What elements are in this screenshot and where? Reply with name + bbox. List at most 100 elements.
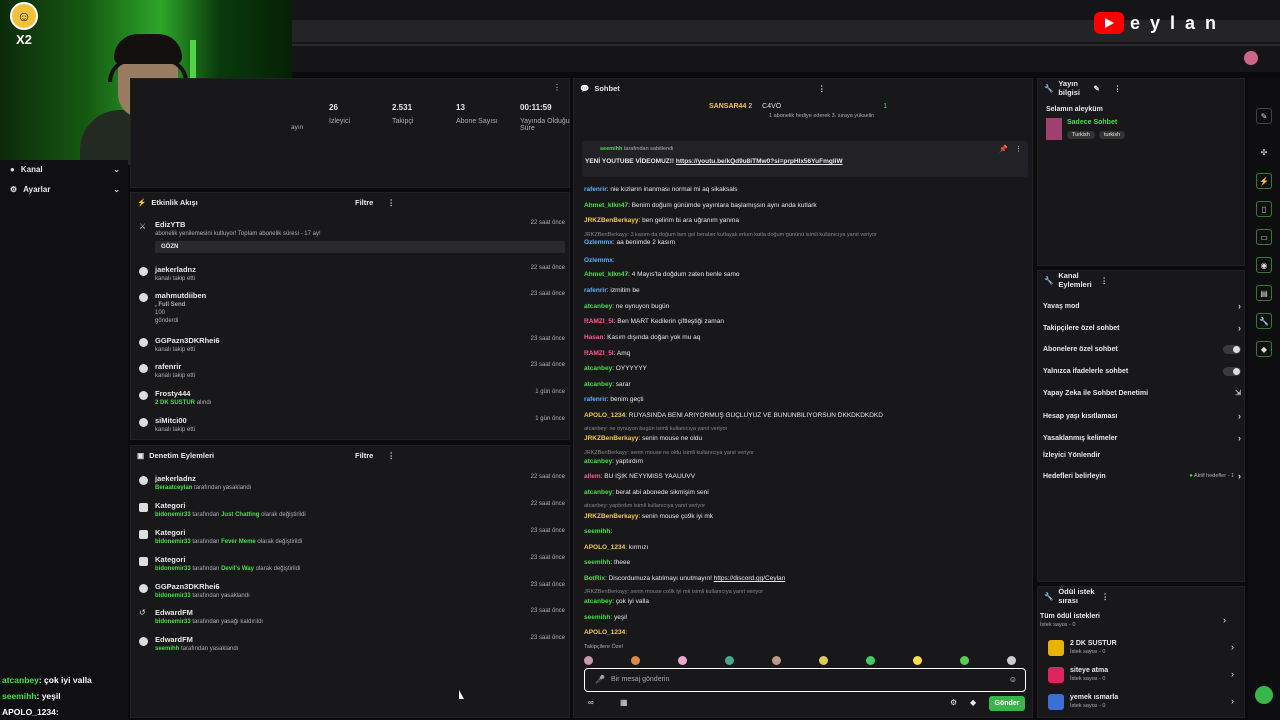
send-button[interactable]: Gönder <box>989 696 1025 711</box>
layout-icon[interactable]: ▤ <box>1256 285 1272 301</box>
chat-reply-context[interactable]: atcanbey: ne oynuyon bugün isimli kullan… <box>584 425 1024 432</box>
chat-reply-context[interactable]: JRKZBenBerkayy: senin mouse co9k iyi mk … <box>584 588 1024 595</box>
chat-message[interactable]: BotRix: Discordumuza katılmayı unutmayın… <box>584 575 1024 582</box>
chat-message[interactable]: RAMZI_5I: Ben MART Kedilerin çiftleştiği… <box>584 318 1024 325</box>
chat-icon[interactable]: ▭ <box>1256 229 1272 245</box>
help-button[interactable] <box>1255 686 1273 704</box>
chat-message[interactable]: atcanbey: ne oynuyon bugün <box>584 303 1024 310</box>
list-item: mahmutdiiben, Full Send 100 gönderdi 23 saa… <box>139 291 565 331</box>
infinity-icon[interactable]: ∞ <box>588 698 594 707</box>
more-icon[interactable]: ⋮ <box>553 83 561 92</box>
chat-message[interactable]: atcanbey: yaptırdım <box>584 458 1024 465</box>
chat-message[interactable]: JRKZBenBerkayy: senin mouse ne oldu <box>584 435 1024 442</box>
list-item: ↺ EdwardFM bidonemir33 tarafından yasağı k… <box>139 608 565 625</box>
ai-moderation[interactable]: Yapay Zeka ile Sohbet Denetimi ⇲ <box>1043 389 1241 398</box>
filter-button[interactable]: Filtre <box>355 451 373 460</box>
doc-icon[interactable]: ▯ <box>1256 201 1272 217</box>
pin-icon[interactable]: 📌 <box>999 145 1008 153</box>
chat-message[interactable]: Hasan: Kasım dışında doğan yok mu aq <box>584 334 1024 341</box>
pencil-icon[interactable]: ✎ <box>1256 108 1272 124</box>
gift-icon[interactable]: ▦ <box>620 698 628 707</box>
chat-message[interactable]: Ahmet_klkn47: 4 Mayıs'ta doğdum zaten be… <box>584 271 1024 278</box>
gear-icon[interactable]: ⚙ <box>950 698 957 707</box>
chat-message[interactable]: rafenrir: izmitim be <box>584 287 1024 294</box>
more-icon[interactable]: ⋮ <box>818 84 826 93</box>
chat-message[interactable]: allem: BU IŞIK NEYYMISS YAAUUVV <box>584 473 1024 480</box>
reward-icon: 🔧 <box>1044 591 1054 601</box>
tag[interactable]: Turkish <box>1067 131 1095 139</box>
more-icon[interactable]: ⋮ <box>1101 592 1109 601</box>
avatar[interactable] <box>1244 51 1258 65</box>
pinned-message[interactable]: seemihh tarafından sabitlendi YENİ YOUTU… <box>582 141 1028 177</box>
sidebar-item-kanal[interactable]: ● Kanal ⌄ <box>10 165 120 174</box>
broadcast-icon[interactable]: ◉ <box>1256 257 1272 273</box>
bolt-icon[interactable]: ⚡ <box>1256 173 1272 189</box>
smiley-icon: ☺ <box>10 2 38 30</box>
chat-message[interactable]: rafenrir: nie kızların inanması normal m… <box>584 186 1024 193</box>
chat-input[interactable]: 🎤 Bir mesaj gönderin ☺ <box>584 668 1026 692</box>
chat-message[interactable]: JRKZBenBerkayy: senin mouse ço9k iyi mk <box>584 513 1024 520</box>
reward-item[interactable]: 2 DK SUSTUR İstek sayısı - 0 › <box>1048 640 1238 658</box>
more-icon[interactable]: ⋮ <box>387 198 395 207</box>
toggle[interactable] <box>1223 345 1241 354</box>
chat-reply-context[interactable]: JRKZBenBerkayy: senin mouse ne oldu isim… <box>584 449 1024 456</box>
chat-message[interactable]: APOLO_1234: RÜYASINDA BENİ ARIYORMUŞ GÜÇ… <box>584 412 1024 419</box>
more-icon[interactable]: ⋮ <box>387 451 395 460</box>
chat-reply-context[interactable]: atcanbey: yaptırdım isimli kullanıcıya y… <box>584 502 1024 509</box>
toggle[interactable] <box>1223 367 1241 376</box>
chat-message[interactable]: Ozlemmx: aa benimde 2 kasım <box>584 239 1024 246</box>
sidebar-item-ayarlar[interactable]: ⚙ Ayarlar ⌄ <box>10 185 120 194</box>
followers-only[interactable]: Takipçilere özel sohbet › <box>1043 323 1241 333</box>
viewer-avatar <box>819 656 828 665</box>
chat-message[interactable]: APOLO_1234: kırmızı <box>584 544 1024 551</box>
chat-message[interactable]: Ozlemmx: <box>584 257 1024 264</box>
tag[interactable]: turkish <box>1099 131 1126 139</box>
chat-message[interactable]: RAMZI_5I: Amq <box>584 350 1024 357</box>
emoji-icon[interactable]: ☺ <box>1009 675 1017 684</box>
chat-message[interactable]: atcanbey: OYYYYYY <box>584 365 1024 372</box>
goals[interactable]: Hedefleri belirleyin ● Aktif hedefler - 1… <box>1043 471 1241 481</box>
reward-icon[interactable]: ◆ <box>1256 341 1272 357</box>
chat-message[interactable]: atcanbey: berat abi abonede sikmişim sen… <box>584 489 1024 496</box>
subs-only[interactable]: Abonelere özel sohbet <box>1043 345 1241 354</box>
chat-reply-context[interactable]: JRKZBenBerkayy: 3 kasım da doğum ben gel… <box>584 231 1024 238</box>
more-icon[interactable]: ⋮ <box>1114 84 1122 93</box>
fullscreen-icon[interactable]: ✣ <box>1256 144 1272 160</box>
banned-words[interactable]: Yasaklanmış kelimeler › <box>1043 433 1241 443</box>
chat-message[interactable]: seemihh: <box>584 528 1024 535</box>
chat-message[interactable]: atcanbey: çok iyi valla <box>584 598 1024 605</box>
more-icon[interactable]: ⋮ <box>1100 276 1108 285</box>
wrench-icon[interactable]: 🔧 <box>1256 313 1272 329</box>
account-age[interactable]: Hesap yaşı kısıtlaması › <box>1043 411 1241 421</box>
more-icon[interactable]: ⋮ <box>1015 145 1022 153</box>
edit-icon[interactable]: ✎ <box>1093 84 1099 93</box>
overlay-line: APOLO_1234: <box>2 707 59 717</box>
mic-icon[interactable]: 🎤 <box>595 675 605 684</box>
category-link[interactable]: Sadece Sohbet <box>1067 119 1117 126</box>
chat-message[interactable]: rafenrir: benim geçti <box>584 396 1024 403</box>
chat-message[interactable]: APOLO_1234: <box>584 629 1024 636</box>
chevron-down-icon: ⌄ <box>113 185 120 194</box>
chat-message[interactable]: JRKZBenBerkayy: ben gelirim bi ara uğran… <box>584 217 1024 224</box>
filter-button[interactable]: Filtre <box>355 198 373 207</box>
chat-message[interactable]: seemihh: yeşil <box>584 614 1024 621</box>
reward-item[interactable]: siteye atma İstek sayısı - 0 › <box>1048 667 1238 685</box>
followers-only-row: Takipçilere Özel <box>584 644 1024 666</box>
chat-message[interactable]: Ahmet_klkn47: Benim doğum günümde yayınl… <box>584 202 1024 209</box>
chevron-right-icon: › <box>1223 615 1226 625</box>
chat-message[interactable]: atcanbey: sarar <box>584 381 1024 388</box>
chat-header: 💬 Sohbet ⋮ <box>580 83 826 93</box>
reward-item[interactable]: yemek ısmarla İstek sayısı - 0 › <box>1048 694 1238 712</box>
external-icon: ⇲ <box>1235 390 1241 397</box>
sword-icon: ⚔ <box>139 222 147 231</box>
mouse-cursor <box>459 690 464 699</box>
stat-partial-label: ayın <box>291 124 304 131</box>
chat-message[interactable]: seemihh: theee <box>584 559 1024 566</box>
raid[interactable]: İzleyici Yönlendir <box>1043 452 1241 459</box>
heart-icon <box>139 418 148 427</box>
slow-mode[interactable]: Yavaş mod › <box>1043 301 1241 311</box>
emotes-only[interactable]: Yalnızca ifadelerle sohbet <box>1043 367 1241 376</box>
bot-icon[interactable]: ◆ <box>970 698 976 707</box>
overlay-line: atcanbey: çok iyi valla <box>2 675 92 685</box>
viewer-avatar <box>866 656 875 665</box>
